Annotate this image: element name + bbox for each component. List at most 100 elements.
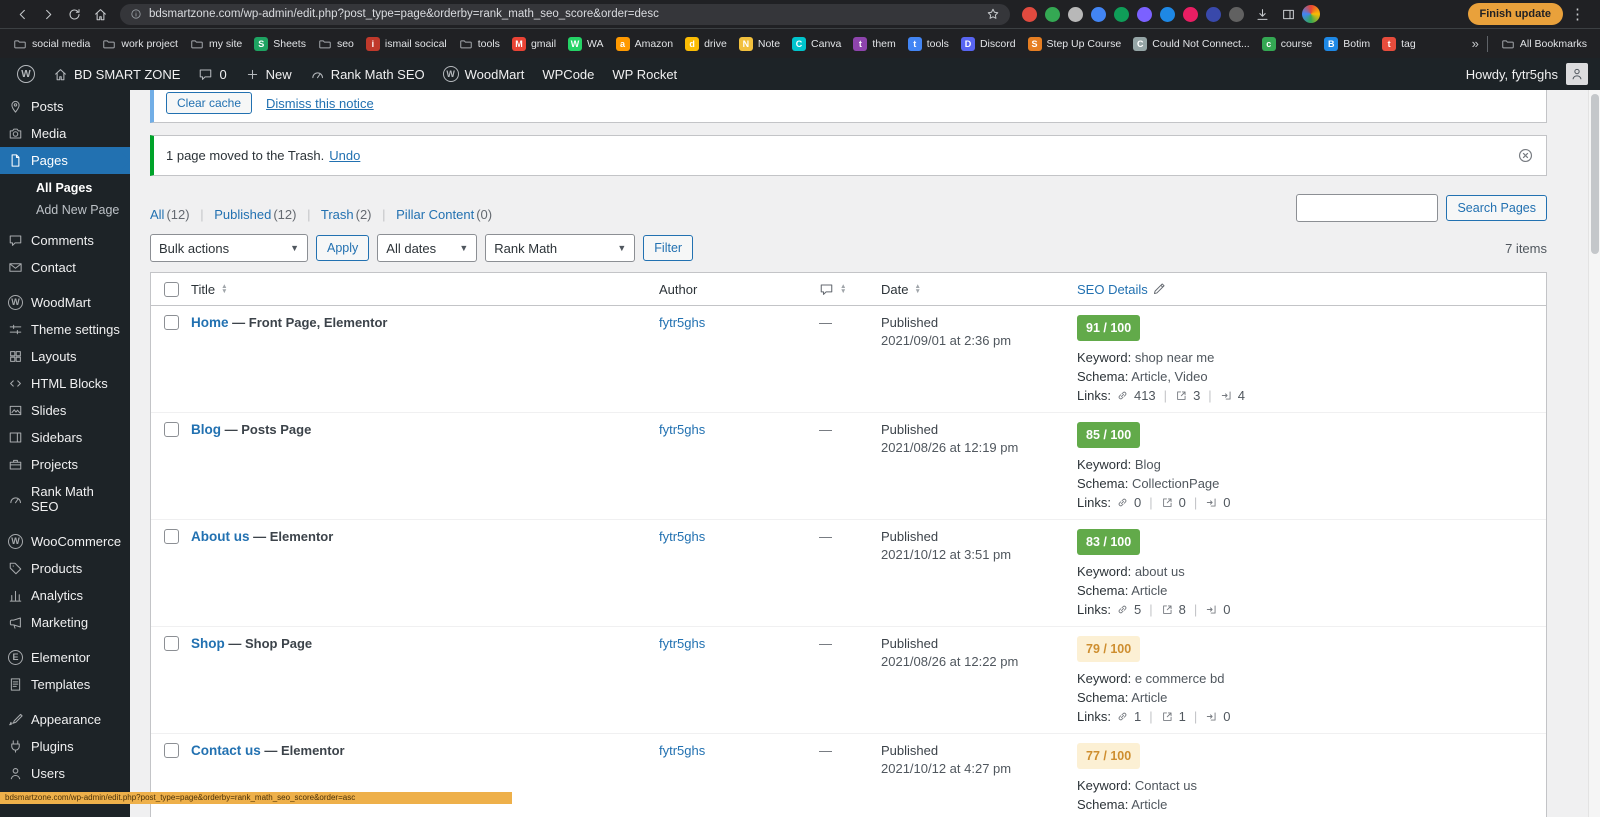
view-published[interactable]: Published (214, 207, 271, 222)
sidebar-item-html-blocks[interactable]: HTML Blocks (0, 370, 130, 397)
account-menu[interactable]: Howdy, fytr5ghs (1466, 63, 1592, 85)
extension-icon[interactable] (1160, 6, 1175, 22)
sidebar-item-pages[interactable]: Pages (0, 147, 130, 174)
bookmark-note[interactable]: N Note (734, 34, 785, 54)
sidebar-item-woocommerce[interactable]: W WooCommerce (0, 528, 130, 555)
row-checkbox[interactable] (163, 636, 179, 651)
page-scrollbar[interactable] (1588, 90, 1600, 817)
sidebar-item-plugins[interactable]: Plugins (0, 733, 130, 760)
sidebar-item-layouts[interactable]: Layouts (0, 343, 130, 370)
bookmark-discord[interactable]: D Discord (956, 34, 1021, 54)
sidebar-item-slides[interactable]: Slides (0, 397, 130, 424)
row-checkbox[interactable] (163, 529, 179, 544)
bulk-actions-select[interactable]: Bulk actions ▼ (150, 234, 308, 262)
row-checkbox[interactable] (163, 422, 179, 437)
side-panel-button[interactable] (1276, 2, 1300, 26)
site-info-icon[interactable] (130, 8, 142, 20)
downloads-button[interactable] (1250, 2, 1274, 26)
sidebar-item-sidebars[interactable]: Sidebars (0, 424, 130, 451)
profile-avatar[interactable] (1302, 5, 1320, 23)
comments-menu[interactable]: 0 (189, 58, 235, 90)
wpcode-menu[interactable]: WPCode (533, 58, 603, 90)
bookmark-botim[interactable]: B Botim (1319, 34, 1375, 54)
dates-filter-select[interactable]: All dates ▼ (377, 234, 478, 262)
bookmark-canva[interactable]: C Canva (787, 34, 846, 54)
finish-update-button[interactable]: Finish update (1467, 3, 1563, 25)
extension-icon[interactable] (1022, 6, 1037, 22)
bookmark-star-icon[interactable] (986, 7, 1000, 21)
dismiss-notice-link[interactable]: Dismiss this notice (266, 96, 374, 111)
bookmarks-overflow-icon[interactable]: » (1472, 36, 1479, 51)
page-title-link[interactable]: Home (191, 315, 229, 330)
view-trash[interactable]: Trash (321, 207, 354, 222)
sort-by-date[interactable]: Date (881, 282, 908, 297)
sidebar-item-users[interactable]: Users (0, 760, 130, 787)
sidebar-item-analytics[interactable]: Analytics (0, 582, 130, 609)
bookmark-course[interactable]: c course (1257, 34, 1318, 54)
sidebar-item-elementor[interactable]: E Elementor (0, 644, 130, 671)
view-pillar-content[interactable]: Pillar Content (396, 207, 474, 222)
sidebar-item-marketing[interactable]: Marketing (0, 609, 130, 636)
sidebar-subitem-all-pages[interactable]: All Pages (0, 177, 130, 199)
sort-by-comments[interactable]: ▲ ▼ (819, 282, 881, 297)
bookmark-sheets[interactable]: S Sheets (249, 34, 311, 54)
sort-by-title[interactable]: Title (191, 282, 215, 297)
sidebar-item-posts[interactable]: Posts (0, 93, 130, 120)
address-bar[interactable]: bdsmartzone.com/wp-admin/edit.php?post_t… (120, 3, 1010, 25)
search-pages-button[interactable]: Search Pages (1446, 195, 1547, 221)
reload-button[interactable] (62, 2, 86, 26)
page-title-link[interactable]: Contact us (191, 743, 261, 758)
view-all[interactable]: All (150, 207, 164, 222)
sidebar-item-comments[interactable]: Comments (0, 227, 130, 254)
extension-icon[interactable] (1114, 6, 1129, 22)
forward-button[interactable] (36, 2, 60, 26)
bookmark-could-not-connect[interactable]: C Could Not Connect... (1128, 34, 1254, 54)
wp-logo-menu[interactable]: W (8, 58, 44, 90)
sidebar-item-products[interactable]: Products (0, 555, 130, 582)
bookmark-social-media[interactable]: social media (8, 34, 95, 54)
sidebar-item-contact[interactable]: Contact (0, 254, 130, 281)
extension-icon[interactable] (1091, 6, 1106, 22)
filter-button[interactable]: Filter (643, 235, 694, 261)
rank-math-filter-select[interactable]: Rank Math ▼ (485, 234, 636, 262)
scrollbar-thumb[interactable] (1591, 94, 1599, 254)
browser-menu-button[interactable]: ⋮ (1565, 5, 1590, 23)
sidebar-item-projects[interactable]: Projects (0, 451, 130, 478)
undo-link[interactable]: Undo (329, 148, 360, 163)
bookmark-amazon[interactable]: a Amazon (611, 34, 679, 54)
seo-details-header[interactable]: SEO Details (1077, 282, 1148, 297)
extension-icon[interactable] (1183, 6, 1198, 22)
bookmark-drive[interactable]: d drive (680, 34, 732, 54)
bookmark-tools[interactable]: tools (454, 34, 505, 54)
woodmart-menu[interactable]: W WoodMart (434, 58, 534, 90)
sidebar-subitem-add-new-page[interactable]: Add New Page (0, 199, 130, 221)
rank-math-menu[interactable]: Rank Math SEO (301, 58, 434, 90)
sidebar-item-rank-math-seo[interactable]: Rank Math SEO (0, 478, 130, 520)
bookmark-wa[interactable]: W WA (563, 34, 609, 54)
sidebar-item-media[interactable]: Media (0, 120, 130, 147)
author-link[interactable]: fytr5ghs (659, 315, 705, 330)
author-link[interactable]: fytr5ghs (659, 636, 705, 651)
sidebar-item-woodmart[interactable]: W WoodMart (0, 289, 130, 316)
apply-button[interactable]: Apply (316, 235, 370, 261)
page-title-link[interactable]: About us (191, 529, 250, 544)
extension-icon[interactable] (1045, 6, 1060, 22)
bookmark-them[interactable]: t them (848, 34, 900, 54)
dismiss-notice-icon[interactable] (1517, 147, 1534, 164)
sidebar-item-appearance[interactable]: Appearance (0, 706, 130, 733)
select-all-checkbox[interactable] (163, 281, 179, 297)
page-title-link[interactable]: Shop (191, 636, 225, 651)
row-checkbox[interactable] (163, 315, 179, 330)
bookmark-step-up-course[interactable]: S Step Up Course (1023, 34, 1127, 54)
extension-icon[interactable] (1068, 6, 1083, 22)
home-button[interactable] (88, 2, 112, 26)
author-link[interactable]: fytr5ghs (659, 422, 705, 437)
extension-icon[interactable] (1229, 6, 1244, 22)
bookmark-gmail[interactable]: Mgmail (507, 34, 561, 54)
extension-icon[interactable] (1137, 6, 1152, 22)
new-content-menu[interactable]: New (236, 58, 301, 90)
bookmark-work-project[interactable]: work project (97, 34, 183, 54)
bookmark-seo[interactable]: seo (313, 34, 359, 54)
row-checkbox[interactable] (163, 743, 179, 758)
author-link[interactable]: fytr5ghs (659, 743, 705, 758)
